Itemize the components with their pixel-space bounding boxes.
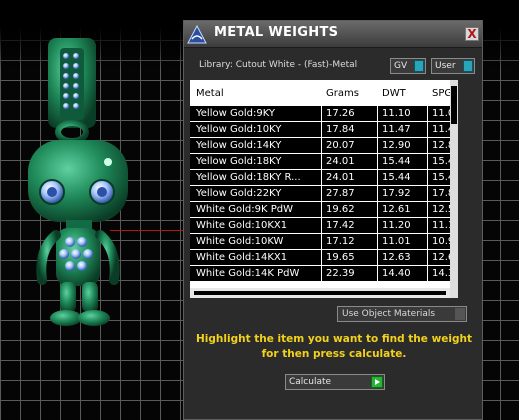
cell-metal: Yellow Gold:14KY (196, 140, 282, 151)
calculate-button[interactable]: Calculate (285, 374, 385, 390)
vertical-scrollbar[interactable] (450, 80, 458, 298)
cell-spg: 11.18 (432, 220, 450, 231)
cell-metal: White Gold:9K PdW (196, 204, 293, 215)
cell-metal: White Gold:14KX1 (196, 252, 288, 263)
cell-grams: 20.07 (326, 140, 355, 151)
cell-spg: 15.41 (432, 156, 450, 167)
cell-grams: 24.01 (326, 156, 355, 167)
vertical-scroll-thumb[interactable] (451, 86, 457, 124)
play-icon (371, 376, 383, 388)
material-source-value: Use Object Materials (342, 309, 436, 319)
cell-grams: 22.39 (326, 268, 355, 279)
cell-metal: White Gold:14K PdW (196, 268, 300, 279)
metal-weights-panel: METAL WEIGHTS X Library: Cutout White - … (183, 20, 483, 420)
cell-grams: 27.87 (326, 188, 355, 199)
column-header-spg[interactable]: SPG (432, 88, 450, 99)
table-row[interactable]: Yellow Gold:9KY 17.26 11.10 11.08 (190, 106, 450, 122)
cell-spg: 11.45 (432, 124, 450, 135)
toggle-knob-icon (414, 60, 424, 72)
table-row[interactable]: White Gold:10KW 17.12 11.01 10.99 (190, 234, 450, 250)
panel-titlebar[interactable]: METAL WEIGHTS X (184, 21, 482, 48)
cell-grams: 17.84 (326, 124, 355, 135)
column-header-grams[interactable]: Grams (326, 88, 359, 99)
table-row[interactable]: White Gold:9K PdW 19.62 12.61 12.59 (190, 202, 450, 218)
horizontal-scroll-thumb[interactable] (194, 291, 446, 295)
dropdown-arrow-icon (455, 308, 465, 320)
app-logo-icon (187, 24, 207, 44)
table-row[interactable]: Yellow Gold:18KY R... 24.01 15.44 15.41 (190, 170, 450, 186)
table-row[interactable]: White Gold:14K PdW 22.39 14.40 14.37 (190, 266, 450, 282)
cell-metal: Yellow Gold:18KY (196, 156, 282, 167)
instruction-line-2: for then press calculate. (261, 348, 407, 360)
cell-dwt: 15.44 (382, 172, 411, 183)
table-header: Metal Grams DWT SPG (190, 80, 450, 106)
cell-dwt: 14.40 (382, 268, 411, 279)
cell-dwt: 12.63 (382, 252, 411, 263)
column-divider (321, 80, 322, 298)
cell-metal: Yellow Gold:22KY (196, 188, 282, 199)
cell-spg: 10.99 (432, 236, 450, 247)
cell-grams: 19.65 (326, 252, 355, 263)
metal-weights-table[interactable]: Metal Grams DWT SPG Yellow Gold:9KY 17.26… (190, 80, 450, 298)
horizontal-scrollbar[interactable] (190, 288, 450, 298)
cell-grams: 17.42 (326, 220, 355, 231)
user-toggle[interactable]: User (431, 58, 475, 74)
cell-grams: 24.01 (326, 172, 355, 183)
panel-title: METAL WEIGHTS (214, 25, 339, 40)
library-label: Library: Cutout White - (Fast)-Metal (199, 60, 358, 70)
gv-toggle[interactable]: GV (390, 58, 426, 74)
cell-metal: White Gold:10KW (196, 236, 284, 247)
column-divider (377, 80, 378, 298)
cell-dwt: 12.61 (382, 204, 411, 215)
cell-dwt: 11.01 (382, 236, 411, 247)
cell-dwt: 11.10 (382, 108, 411, 119)
toggle-knob-icon (463, 60, 473, 72)
close-icon[interactable]: X (465, 27, 479, 41)
cell-spg: 14.37 (432, 268, 450, 279)
table-row[interactable]: White Gold:10KX1 17.42 11.20 11.18 (190, 218, 450, 234)
column-divider (427, 80, 428, 298)
cell-dwt: 11.47 (382, 124, 411, 135)
pendant-model[interactable] (20, 30, 180, 340)
table-body: Yellow Gold:9KY 17.26 11.10 11.08 Yellow Go… (190, 106, 450, 282)
cell-grams: 17.26 (326, 108, 355, 119)
cell-spg: 11.08 (432, 108, 450, 119)
cell-spg: 15.41 (432, 172, 450, 183)
cell-dwt: 12.90 (382, 140, 411, 151)
instruction-line-1: Highlight the item you want to find the … (196, 333, 472, 345)
cell-spg: 12.59 (432, 204, 450, 215)
gv-toggle-label: GV (394, 61, 408, 71)
calculate-label: Calculate (289, 377, 332, 387)
table-row[interactable]: Yellow Gold:18KY 24.01 15.44 15.41 (190, 154, 450, 170)
instruction-text: Highlight the item you want to find the … (194, 332, 474, 362)
cell-dwt: 11.20 (382, 220, 411, 231)
cell-grams: 19.62 (326, 204, 355, 215)
table-row[interactable]: Yellow Gold:14KY 20.07 12.90 12.88 (190, 138, 450, 154)
table-row[interactable]: Yellow Gold:10KY 17.84 11.47 11.45 (190, 122, 450, 138)
material-source-select[interactable]: Use Object Materials (337, 306, 467, 322)
cell-grams: 17.12 (326, 236, 355, 247)
column-header-dwt[interactable]: DWT (382, 88, 406, 99)
table-row[interactable]: White Gold:14KX1 19.65 12.63 12.61 (190, 250, 450, 266)
table-row[interactable]: Yellow Gold:22KY 27.87 17.92 17.89 (190, 186, 450, 202)
cell-dwt: 17.92 (382, 188, 411, 199)
cell-metal: Yellow Gold:18KY R... (196, 172, 301, 183)
cell-spg: 17.89 (432, 188, 450, 199)
cell-metal: Yellow Gold:10KY (196, 124, 282, 135)
user-toggle-label: User (435, 61, 456, 71)
cell-spg: 12.61 (432, 252, 450, 263)
cell-metal: White Gold:10KX1 (196, 220, 288, 231)
cell-dwt: 15.44 (382, 156, 411, 167)
cell-metal: Yellow Gold:9KY (196, 108, 275, 119)
cell-spg: 12.88 (432, 140, 450, 151)
column-header-metal[interactable]: Metal (196, 88, 224, 99)
